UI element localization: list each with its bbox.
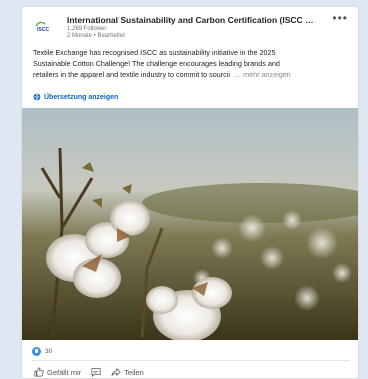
post-text-fragment: retailers in the apparel and textile ind… — [33, 70, 230, 79]
post-text-line: retailers in the apparel and textile ind… — [33, 69, 351, 80]
share-button[interactable]: Teilen — [111, 367, 144, 377]
post-image[interactable] — [22, 108, 358, 340]
more-options-icon[interactable]: ••• — [332, 11, 348, 25]
translate-button[interactable]: Übersetzung anzeigen — [33, 93, 118, 101]
thumbs-up-icon — [34, 367, 44, 377]
action-bar: Gefällt mir Teilen — [34, 367, 144, 377]
share-label: Teilen — [124, 367, 144, 377]
show-more-link[interactable]: … mehr anzeigen — [234, 70, 291, 79]
comment-button[interactable] — [91, 367, 101, 377]
like-label: Gefällt mir — [47, 367, 82, 377]
reaction-count: 30 — [45, 348, 53, 355]
globe-icon — [33, 93, 41, 101]
post-text-line: Sustainable Cotton Challenge! The challe… — [33, 59, 280, 68]
post-card: ISCC International Sustainability and Ca… — [21, 6, 359, 379]
divider — [32, 360, 350, 361]
like-button[interactable]: Gefällt mir — [34, 367, 81, 377]
post-text-line: Textile Exchange has recognised ISCC as … — [33, 48, 276, 57]
share-icon — [111, 367, 121, 377]
cotton-field-photo — [22, 108, 358, 340]
translate-label: Übersetzung anzeigen — [44, 93, 119, 101]
reaction-summary[interactable]: 30 — [32, 347, 52, 356]
svg-text:ISCC: ISCC — [37, 27, 49, 33]
company-logo-icon[interactable]: ISCC — [34, 17, 56, 33]
follower-count: 1.269 Follower — [67, 26, 107, 32]
post-meta: 2 Monate • Bearbeitet — [67, 33, 125, 39]
like-reaction-icon — [32, 347, 41, 356]
author-name[interactable]: International Sustainability and Carbon … — [67, 15, 317, 25]
comment-icon — [91, 368, 101, 377]
post-text: Textile Exchange has recognised ISCC as … — [33, 47, 351, 80]
post-header: ISCC International Sustainability and Ca… — [22, 7, 358, 47]
